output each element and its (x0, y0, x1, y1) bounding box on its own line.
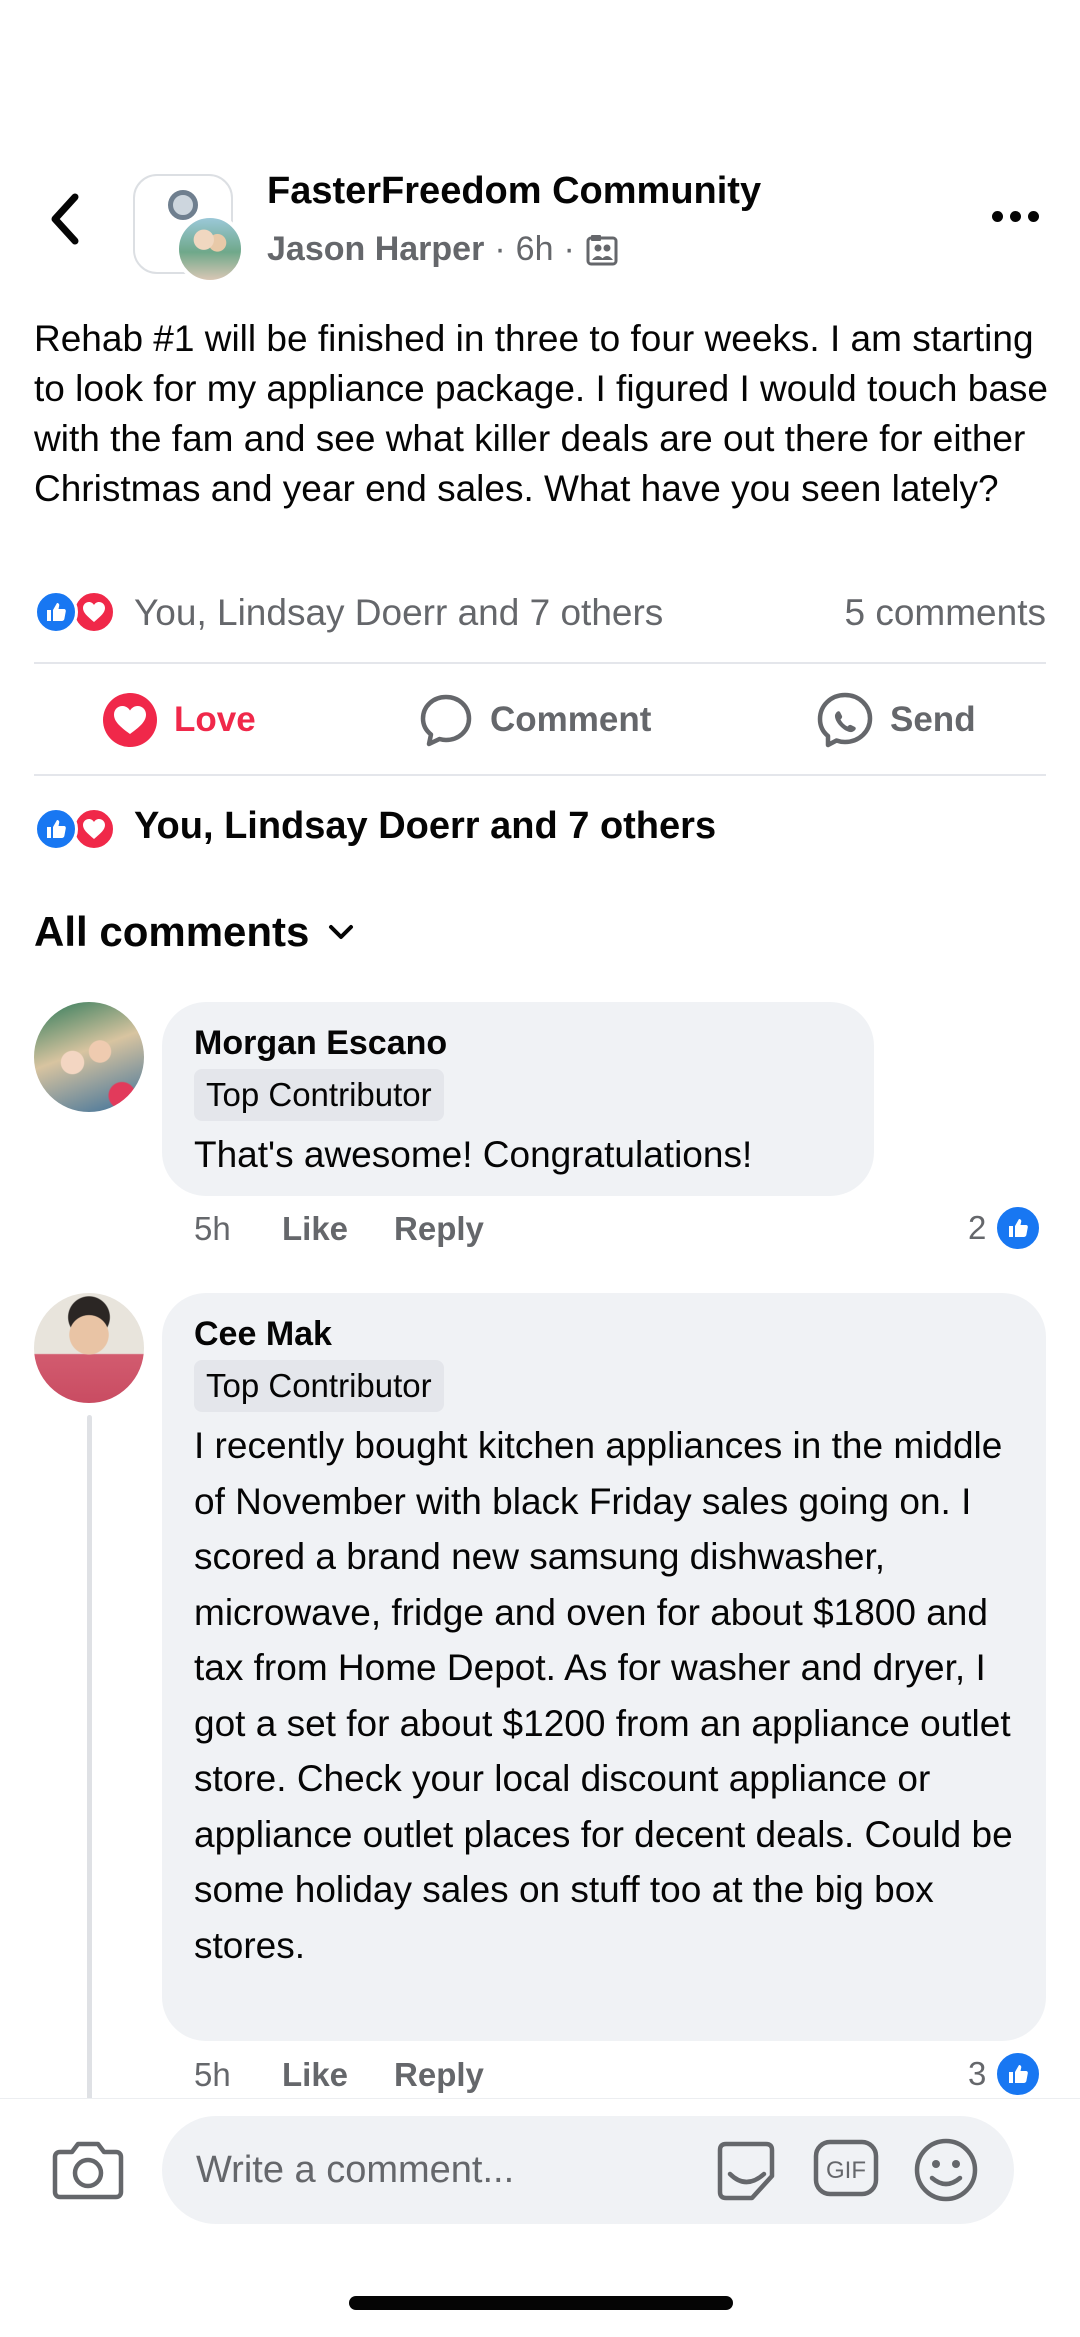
like-count: 3 (968, 2055, 987, 2092)
chevron-left-icon (51, 193, 79, 245)
comment-sort-dropdown[interactable]: All comments (34, 908, 355, 956)
comment-like-count[interactable]: 3 (968, 2050, 1043, 2098)
love-label: Love (174, 700, 256, 739)
more-dots-icon (991, 210, 1003, 222)
like-reaction-icon (994, 1204, 1043, 1252)
top-contributor-badge: Top Contributor (194, 1069, 444, 1121)
love-button[interactable]: Love (102, 690, 256, 750)
send-button[interactable]: Send (816, 690, 976, 750)
comment-time: 5h (194, 2056, 231, 2093)
post-text: Rehab #1 will be finished in three to fo… (34, 318, 1048, 509)
reactions-summary[interactable]: You, Lindsay Doerr and 7 others 5 commen… (34, 586, 1046, 638)
comment-count[interactable]: 5 comments (844, 592, 1046, 634)
chevron-down-icon (329, 925, 354, 939)
home-indicator (349, 2296, 733, 2310)
back-button[interactable] (34, 186, 94, 252)
comment-label: Comment (490, 700, 652, 739)
reply-thread-line (87, 1415, 92, 2105)
comment-input[interactable] (196, 2140, 716, 2200)
meta-separator: · (563, 230, 575, 268)
reactions-list-link[interactable]: You, Lindsay Doerr and 7 others (34, 805, 934, 857)
gif-label: GIF (826, 2157, 866, 2184)
comment-author[interactable]: Cee Mak (194, 1315, 332, 1354)
camera-button[interactable] (52, 2136, 124, 2202)
comment-time: 5h (194, 1210, 231, 1247)
love-reaction-icon (72, 590, 116, 634)
group-audience-icon (586, 234, 618, 265)
like-count: 2 (968, 1209, 987, 1246)
more-dot (1009, 210, 1021, 222)
comment-author[interactable]: Morgan Escano (194, 1024, 447, 1063)
like-reaction-icon (994, 2050, 1043, 2098)
gif-button[interactable]: GIF (812, 2136, 880, 2205)
love-reaction-icon (72, 807, 116, 851)
post-detail-screen: FasterFreedom Community Jason Harper · 6… (0, 0, 1080, 2337)
divider (34, 662, 1046, 664)
reactions-text: You, Lindsay Doerr and 7 others (134, 592, 664, 633)
send-label: Send (890, 700, 976, 739)
author-avatar (175, 214, 245, 284)
messenger-send-icon (817, 692, 873, 748)
reaction-icons (34, 807, 116, 851)
post-meta: Jason Harper · 6h · (267, 230, 619, 269)
divider (34, 774, 1046, 776)
more-dot (1027, 210, 1039, 222)
group-name[interactable]: FasterFreedom Community (267, 170, 761, 213)
comment-reply-button[interactable]: Reply (394, 1210, 484, 1248)
comment-button[interactable]: Comment (418, 690, 651, 750)
emoji-icon (914, 2138, 978, 2202)
meta-separator: · (494, 230, 506, 268)
post-time: 6h (515, 230, 554, 268)
comment-meta: 5h Like Reply (194, 2056, 530, 2094)
comment-like-button[interactable]: Like (282, 2056, 348, 2094)
comment-meta: 5h Like Reply (194, 1210, 530, 1248)
sticker-button[interactable] (712, 2136, 780, 2209)
reaction-icons (34, 590, 116, 634)
comment-reply-button[interactable]: Reply (394, 2056, 484, 2094)
gif-icon: GIF (813, 2139, 879, 2197)
comment-like-button[interactable]: Like (282, 1210, 348, 1248)
commenter-avatar[interactable] (34, 1293, 144, 1403)
comment-text: I recently bought kitchen appliances in … (194, 1425, 1013, 1966)
group-avatar[interactable] (133, 174, 245, 284)
emoji-button[interactable] (912, 2136, 980, 2209)
comment-text: That's awesome! Congratulations! (194, 1134, 753, 1175)
post-author[interactable]: Jason Harper (267, 230, 484, 269)
top-contributor-badge: Top Contributor (194, 1360, 444, 1412)
comment-input-wrapper (162, 2116, 1014, 2224)
reactions-full-text: You, Lindsay Doerr and 7 others (134, 805, 717, 847)
like-reaction-icon (34, 590, 78, 634)
more-options-button[interactable] (985, 196, 1045, 236)
love-reaction-icon (103, 693, 157, 747)
camera-icon (52, 2141, 124, 2200)
like-reaction-icon (34, 807, 78, 851)
comment-sort-label: All comments (34, 908, 310, 955)
comment-icon (420, 694, 472, 747)
sticker-icon (717, 2141, 775, 2201)
commenter-avatar[interactable] (34, 1002, 144, 1112)
comment-like-count[interactable]: 2 (968, 1204, 1043, 1252)
